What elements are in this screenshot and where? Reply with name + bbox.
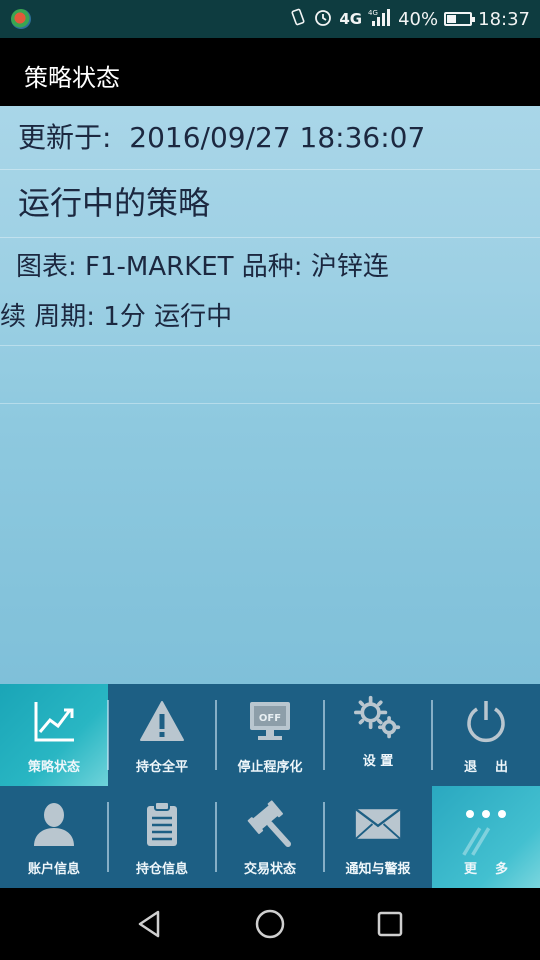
trend-chart-icon bbox=[30, 698, 78, 746]
menu-settings[interactable]: 设 置 bbox=[324, 684, 432, 786]
updated-label: 更新于: bbox=[18, 121, 112, 154]
strategy-item[interactable]: 图表: F1-MARKET 品种: 沪锌连 续 周期: 1分 运行中 bbox=[0, 238, 540, 346]
empty-row bbox=[0, 346, 540, 404]
mail-icon bbox=[354, 800, 402, 848]
battery-icon bbox=[444, 12, 476, 26]
recents-square-icon bbox=[377, 911, 403, 937]
menu-close-all-positions[interactable]: 持仓全平 bbox=[108, 684, 216, 786]
menu-label: 持仓信息 bbox=[135, 862, 188, 877]
strategy-chart-info: 图表: F1-MARKET 品种: 沪锌连 bbox=[16, 252, 389, 282]
svg-text:4G: 4G bbox=[368, 9, 378, 17]
clipboard-icon bbox=[138, 800, 186, 848]
gears-icon bbox=[354, 694, 402, 742]
power-icon bbox=[462, 698, 510, 746]
menu-label: 持仓全平 bbox=[135, 760, 188, 775]
menu-notifications-alerts[interactable]: 通知与警报 bbox=[324, 786, 432, 888]
menu-label: 账户信息 bbox=[27, 862, 80, 877]
notification-app-icon bbox=[11, 9, 31, 29]
back-button[interactable] bbox=[132, 906, 168, 942]
menu-label: 设 置 bbox=[362, 754, 394, 769]
off-monitor-icon: OFF bbox=[246, 698, 294, 746]
menu-account-info[interactable]: 账户信息 bbox=[0, 786, 108, 888]
alarm-icon bbox=[313, 7, 333, 31]
signal-icon: 4G bbox=[368, 7, 392, 31]
menu-label: 退 出 bbox=[463, 760, 509, 775]
more-dots-icon bbox=[462, 806, 510, 856]
menu-exit[interactable]: 退 出 bbox=[432, 684, 540, 786]
section-row: 运行中的策略 bbox=[0, 170, 540, 238]
menu-trade-status[interactable]: 交易状态 bbox=[216, 786, 324, 888]
bottom-menu: 策略状态 持仓全平 OFF 停止程序化 设 置 退 出 账户信息 持仓信息 交易… bbox=[0, 684, 540, 888]
menu-label: 策略状态 bbox=[27, 760, 80, 775]
strategy-period-status: 续 周期: 1分 运行中 bbox=[0, 302, 233, 332]
system-nav-bar bbox=[0, 888, 540, 960]
clock: 18:37 bbox=[478, 8, 530, 30]
warning-icon bbox=[138, 698, 186, 746]
app-header: 策略状态 bbox=[0, 38, 540, 106]
menu-label: 通知与警报 bbox=[345, 862, 411, 877]
updated-text: 更新于: 2016/09/27 18:36:07 bbox=[18, 116, 425, 156]
menu-strategy-status[interactable]: 策略状态 bbox=[0, 684, 108, 786]
section-title: 运行中的策略 bbox=[18, 184, 211, 222]
menu-more[interactable]: 更 多 bbox=[432, 786, 540, 888]
battery-percent: 40% bbox=[398, 8, 439, 30]
vibrate-icon bbox=[289, 8, 307, 30]
gavel-icon bbox=[246, 800, 294, 848]
menu-label: 更 多 bbox=[463, 862, 509, 877]
menu-position-info[interactable]: 持仓信息 bbox=[108, 786, 216, 888]
updated-row: 更新于: 2016/09/27 18:36:07 bbox=[0, 106, 540, 170]
recents-button[interactable] bbox=[372, 906, 408, 942]
home-circle-icon bbox=[255, 909, 285, 939]
updated-value: 2016/09/27 18:36:07 bbox=[129, 121, 426, 154]
menu-label: 停止程序化 bbox=[237, 760, 303, 775]
back-triangle-icon bbox=[138, 910, 160, 938]
main-content: 更新于: 2016/09/27 18:36:07 运行中的策略 图表: F1-M… bbox=[0, 106, 540, 684]
home-button[interactable] bbox=[252, 906, 288, 942]
page-title: 策略状态 bbox=[24, 64, 120, 92]
user-icon bbox=[30, 800, 78, 848]
menu-stop-automation[interactable]: OFF 停止程序化 bbox=[216, 684, 324, 786]
status-icons: 4G 4G 40% 18:37 bbox=[289, 0, 530, 38]
menu-label: 交易状态 bbox=[243, 862, 296, 877]
network-type: 4G bbox=[339, 10, 363, 28]
status-bar: 4G 4G 40% 18:37 bbox=[0, 0, 540, 38]
svg-text:OFF: OFF bbox=[259, 713, 281, 724]
